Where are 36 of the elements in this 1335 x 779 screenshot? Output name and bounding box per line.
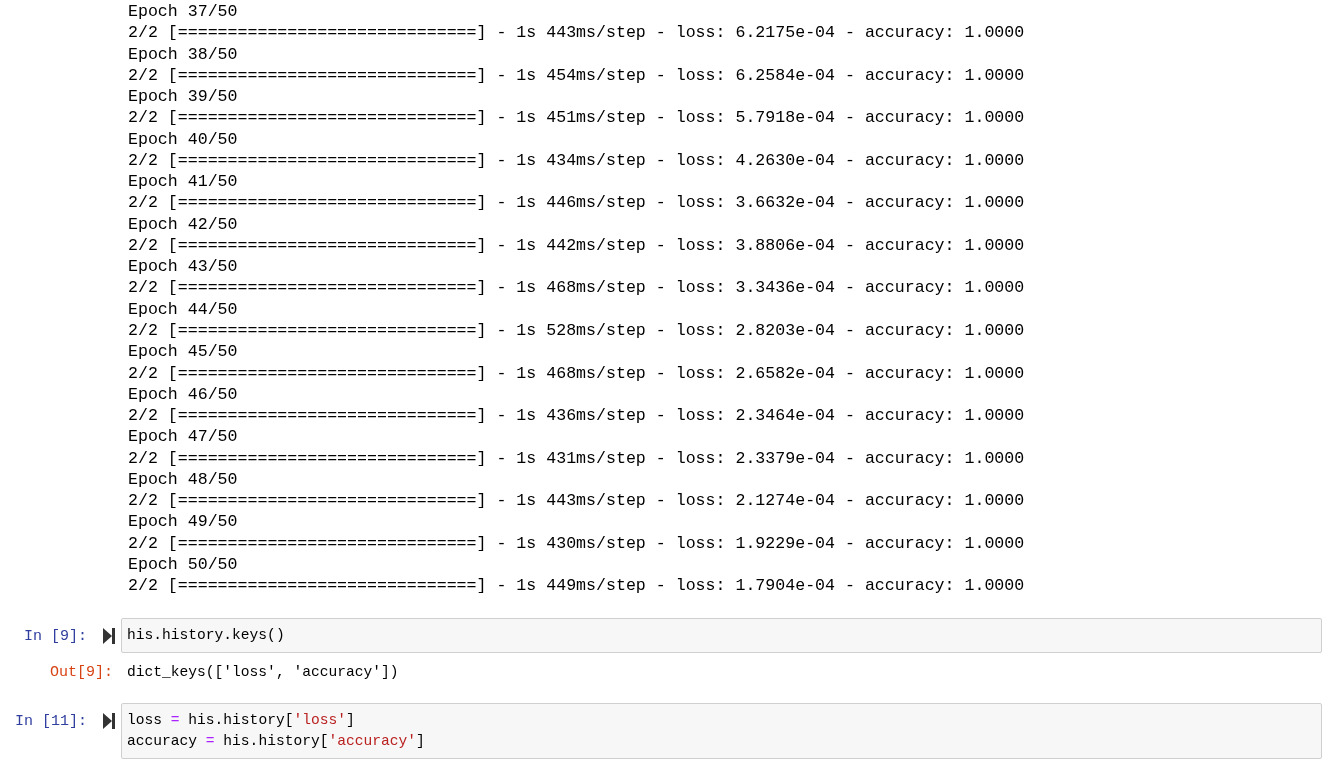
input-prompt: In [9]: xyxy=(24,627,87,648)
output-line: Epoch 50/50 xyxy=(128,553,238,576)
cell-output: dict_keys(['loss', 'accuracy']) xyxy=(126,663,399,683)
output-line: 2/2 [==============================] - 1s 454ms/step - loss: 6.2584e-04 - accuracy: 1.0000 xyxy=(128,64,1025,87)
output-line: Epoch 42/50 xyxy=(128,213,238,235)
output-line: 2/2 [==============================] - 1s 436ms/step - loss: 2.3464e-04 - accuracy: 1.0000 xyxy=(128,405,1025,427)
output-line: 2/2 [==============================] - 1s 431ms/step - loss: 2.3379e-04 - accuracy: 1.0000 xyxy=(128,447,1025,469)
output-line: Epoch 48/50 xyxy=(128,468,238,491)
output-line: 2/2 [==============================] - 1s 528ms/step - loss: 2.8203e-04 - accuracy: 1.0000 xyxy=(128,320,1025,342)
output-line: Epoch 39/50 xyxy=(128,86,238,108)
code-cell[interactable]: loss = his.history['loss'] accuracy = his.history['accuracy'] xyxy=(121,702,1322,759)
output-line: 2/2 [==============================] - 1s 443ms/step - loss: 2.1274e-04 - accuracy: 1.0000 xyxy=(128,490,1025,512)
output-line: 2/2 [==============================] - 1s 430ms/step - loss: 1.9229e-04 - accuracy: 1.0000 xyxy=(128,532,1025,554)
output-line: Epoch 37/50 xyxy=(128,1,238,23)
output-line: 2/2 [==============================] - 1s 442ms/step - loss: 3.8806e-04 - accuracy: 1.0000 xyxy=(128,234,1025,257)
output-line: Epoch 45/50 xyxy=(128,341,238,363)
output-line: 2/2 [==============================] - 1s 451ms/step - loss: 5.7918e-04 - accuracy: 1.0000 xyxy=(128,107,1025,129)
output-line: Epoch 46/50 xyxy=(128,383,238,406)
output-line: 2/2 [==============================] - 1s 449ms/step - loss: 1.7904e-04 - accuracy: 1.0000 xyxy=(128,575,1025,597)
output-line: 2/2 [==============================] - 1s 468ms/step - loss: 3.3436e-04 - accuracy: 1.0000 xyxy=(128,277,1025,299)
output-line: Epoch 40/50 xyxy=(128,128,238,150)
output-line: 2/2 [==============================] - 1s 446ms/step - loss: 3.6632e-04 - accuracy: 1.0000 xyxy=(128,192,1025,214)
output-line: Epoch 44/50 xyxy=(128,298,238,320)
output-line: Epoch 47/50 xyxy=(128,426,238,448)
output-line: Epoch 41/50 xyxy=(128,171,238,193)
code-cell[interactable]: his.history.keys() xyxy=(121,618,1322,654)
output-line: 2/2 [==============================] - 1s 443ms/step - loss: 6.2175e-04 - accuracy: 1.0000 xyxy=(128,22,1025,44)
output-line: Epoch 43/50 xyxy=(128,256,238,278)
output-line: 2/2 [==============================] - 1s 434ms/step - loss: 4.2630e-04 - accuracy: 1.0000 xyxy=(128,149,1025,172)
output-prompt: Out[9]: xyxy=(50,663,113,684)
run-icon[interactable] xyxy=(103,628,115,645)
input-prompt: In [11]: xyxy=(15,711,87,732)
run-icon[interactable] xyxy=(103,712,115,729)
output-line: 2/2 [==============================] - 1s 468ms/step - loss: 2.6582e-04 - accuracy: 1.0000 xyxy=(128,362,1025,384)
output-line: Epoch 49/50 xyxy=(128,511,238,533)
output-line: Epoch 38/50 xyxy=(128,43,238,65)
